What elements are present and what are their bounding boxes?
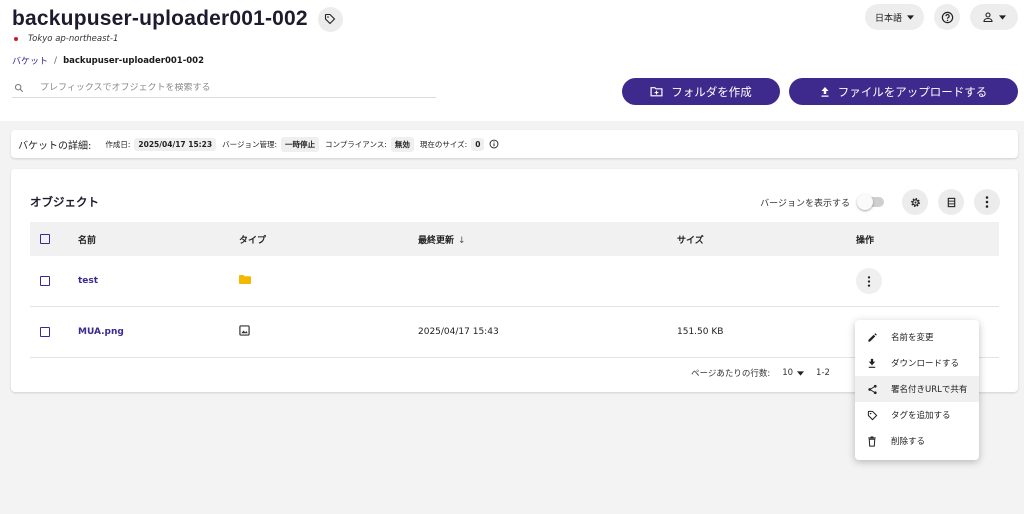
show-versions-label: バージョンを表示する	[760, 198, 850, 209]
search-input[interactable]	[40, 82, 420, 93]
size-label: 現在のサイズ:	[419, 139, 468, 149]
menu-item-share-presigned-url[interactable]: 署名付きURLで共有	[855, 376, 979, 402]
rows-per-page-label: ページあたりの行数:	[691, 369, 771, 379]
download-icon	[866, 357, 878, 369]
object-modified: 2025/04/17 15:43	[418, 327, 499, 337]
details-title: バケットの詳細:	[18, 140, 92, 152]
compliance-value: 無効	[390, 136, 414, 152]
kebab-icon	[867, 275, 871, 287]
top-right-controls: 日本語	[864, 4, 1018, 30]
show-versions-toggle[interactable]	[857, 194, 884, 210]
size-value: 0	[471, 137, 485, 151]
bucket-details-bar: バケットの詳細: 作成日: 2025/04/17 15:23 バージョン管理: …	[11, 130, 1018, 158]
object-name-link[interactable]: MUA.png	[78, 327, 124, 337]
object-name-link[interactable]: test	[78, 276, 98, 286]
region-flag-icon	[14, 37, 18, 41]
menu-item-delete[interactable]: 削除する	[855, 428, 979, 454]
created-label: 作成日:	[105, 139, 131, 149]
language-label: 日本語	[874, 13, 902, 24]
objects-table: 名前 タイプ 最終更新 ↓ サイズ 操作 test MUA.png 2025/0…	[30, 222, 999, 358]
title-row: backupuser-uploader001-002	[12, 5, 343, 33]
info-icon[interactable]	[489, 139, 499, 149]
user-icon	[983, 12, 993, 23]
table-header: 名前 タイプ 最終更新 ↓ サイズ 操作	[30, 222, 999, 256]
create-folder-button[interactable]: フォルダを作成	[622, 78, 780, 105]
pagination: ページあたりの行数: 10 1-2	[691, 367, 830, 379]
column-modified[interactable]: 最終更新 ↓	[418, 233, 677, 246]
row-checkbox[interactable]	[40, 327, 50, 337]
menu-item-add-tag[interactable]: タグを追加する	[855, 402, 979, 428]
breadcrumb-buckets-link[interactable]: バケット	[12, 54, 48, 67]
menu-item-label: 名前を変更	[891, 333, 934, 343]
compliance-label: コンプライアンス:	[325, 139, 387, 149]
image-icon	[239, 325, 250, 336]
gear-icon	[910, 197, 920, 207]
new-folder-icon	[650, 87, 663, 97]
menu-item-label: ダウンロードする	[891, 359, 960, 369]
column-view-button[interactable]	[938, 189, 964, 215]
columns-icon	[947, 197, 955, 207]
tag-icon	[325, 13, 336, 25]
share-icon	[866, 383, 878, 395]
menu-item-download[interactable]: ダウンロードする	[855, 350, 979, 376]
help-button[interactable]	[934, 4, 960, 30]
bucket-title: backupuser-uploader001-002	[12, 7, 308, 30]
pencil-icon	[866, 331, 878, 343]
bucket-tag-button[interactable]	[317, 6, 343, 32]
kebab-icon	[985, 196, 989, 208]
column-actions: 操作	[856, 235, 875, 246]
column-modified-label: 最終更新	[418, 235, 455, 246]
created-value: 2025/04/17 15:23	[134, 137, 217, 151]
row-actions-button[interactable]	[856, 268, 882, 294]
menu-item-label: 削除する	[891, 437, 926, 447]
caret-down-icon	[797, 370, 805, 376]
menu-item-label: タグを追加する	[891, 411, 951, 421]
breadcrumb: バケット / backupuser-uploader001-002	[12, 54, 204, 68]
column-type[interactable]: タイプ	[239, 233, 418, 246]
region-label: Tokyo ap-northeast-1	[14, 34, 118, 44]
caret-down-icon	[907, 14, 914, 20]
versioning-value: 一時停止	[281, 136, 320, 152]
versioning-label: バージョン管理:	[222, 139, 278, 149]
help-icon	[941, 11, 953, 23]
language-selector[interactable]: 日本語	[864, 4, 924, 30]
objects-toolbar: バージョンを表示する	[760, 189, 1000, 215]
table-row: MUA.png 2025/04/17 15:43 151.50 KB	[30, 307, 999, 358]
search-bar	[12, 78, 436, 98]
rows-per-page-select[interactable]: 10	[782, 368, 805, 378]
row-context-menu: 名前を変更 ダウンロードする 署名付きURLで共有 タグを追加する 削除する	[855, 320, 979, 460]
upload-icon	[821, 86, 829, 97]
menu-item-label: 署名付きURLで共有	[891, 385, 968, 395]
folder-icon	[239, 275, 251, 284]
upload-file-label: ファイルをアップロードする	[837, 84, 988, 99]
menu-item-rename[interactable]: 名前を変更	[855, 324, 979, 350]
sort-down-icon: ↓	[458, 235, 466, 246]
objects-title: オブジェクト	[30, 195, 99, 209]
more-options-button[interactable]	[974, 189, 1000, 215]
select-all-checkbox[interactable]	[40, 234, 50, 244]
breadcrumb-current: backupuser-uploader001-002	[63, 55, 204, 66]
user-menu-button[interactable]	[970, 4, 1018, 30]
row-checkbox[interactable]	[40, 276, 50, 286]
rows-per-page-value: 10	[782, 368, 794, 378]
settings-button[interactable]	[902, 189, 928, 215]
create-folder-label: フォルダを作成	[671, 84, 752, 99]
upload-file-button[interactable]: ファイルをアップロードする	[789, 78, 1018, 105]
table-row: test	[30, 256, 999, 307]
caret-down-icon	[999, 14, 1006, 20]
column-name[interactable]: 名前	[78, 233, 239, 246]
column-size[interactable]: サイズ	[677, 233, 856, 246]
trash-icon	[866, 435, 878, 447]
toggle-knob	[857, 194, 873, 210]
page-range: 1-2	[816, 368, 830, 378]
region-text: Tokyo ap-northeast-1	[28, 34, 119, 44]
search-icon	[12, 83, 26, 93]
page-header: backupuser-uploader001-002 Tokyo ap-nort…	[0, 0, 1024, 121]
object-size: 151.50 KB	[677, 327, 724, 337]
breadcrumb-separator: /	[54, 55, 58, 66]
tag-icon	[866, 409, 878, 421]
